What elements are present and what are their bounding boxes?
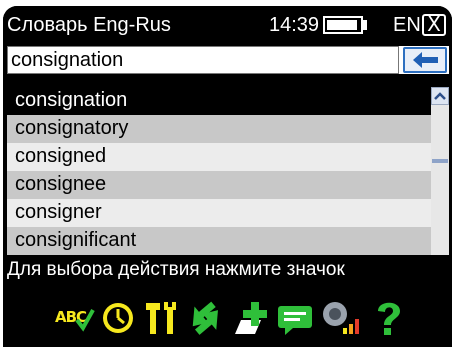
search-row: consignation xyxy=(7,46,449,74)
pronounce-button[interactable] xyxy=(319,294,359,338)
sync-icon xyxy=(192,301,218,335)
history-button[interactable] xyxy=(99,294,139,338)
sync-button[interactable] xyxy=(185,294,225,338)
message-icon xyxy=(278,306,312,335)
clock-icon xyxy=(103,303,133,333)
search-input[interactable]: consignation xyxy=(7,46,399,74)
spellcheck-button[interactable]: ABC xyxy=(55,294,95,338)
app-screen: Словарь Eng-Rus 14:39 EN X consignation … xyxy=(3,6,452,347)
list-scrollbar[interactable] xyxy=(431,87,449,255)
tools-icon xyxy=(146,302,176,334)
list-item[interactable]: consigned xyxy=(7,143,431,171)
list-item[interactable]: consignificant xyxy=(7,227,431,255)
battery-icon xyxy=(323,16,363,34)
close-button[interactable]: X xyxy=(422,14,446,36)
language-indicator[interactable]: EN xyxy=(393,14,421,36)
backspace-button[interactable] xyxy=(403,47,447,73)
list-item[interactable]: consignation xyxy=(7,87,431,115)
help-button[interactable] xyxy=(369,294,409,338)
hint-text: Для выбора действия нажмите значок xyxy=(7,259,345,280)
list-item[interactable]: consignee xyxy=(7,171,431,199)
speaker-icon xyxy=(323,302,359,334)
app-title: Словарь Eng-Rus xyxy=(7,14,171,36)
battery-tip xyxy=(363,20,367,30)
spellcheck-icon xyxy=(75,309,95,332)
chevron-up-icon xyxy=(434,92,446,100)
clock-time: 14:39 xyxy=(269,14,320,36)
message-button[interactable] xyxy=(275,294,315,338)
add-entry-icon xyxy=(235,302,267,334)
add-entry-button[interactable] xyxy=(231,294,271,338)
scroll-up-button[interactable] xyxy=(431,87,449,105)
action-toolbar: ABC xyxy=(55,294,435,342)
scroll-thumb[interactable] xyxy=(432,159,448,163)
list-item[interactable]: consigner xyxy=(7,199,431,227)
word-list: consignation consignatory consigned cons… xyxy=(7,87,431,255)
list-item[interactable]: consignatory xyxy=(7,115,431,143)
back-arrow-icon xyxy=(413,52,438,68)
settings-button[interactable] xyxy=(143,294,183,338)
title-bar: Словарь Eng-Rus 14:39 EN X xyxy=(3,6,452,44)
help-icon xyxy=(378,302,400,335)
